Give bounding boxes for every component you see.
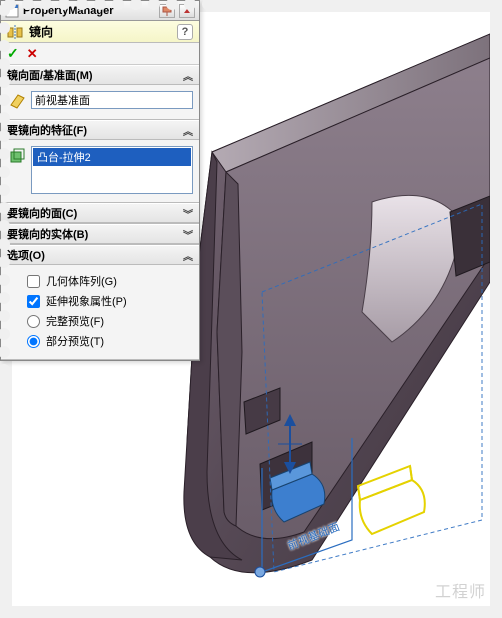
group-title: 要镜向的特征(F) xyxy=(7,122,183,138)
chevron-up-icon: ︽ xyxy=(183,68,193,83)
group-header-mirror-plane[interactable]: 镜向面/基准面(M) ︽ xyxy=(1,65,199,85)
group-header-options[interactable]: 选项(O) ︽ xyxy=(1,245,199,265)
option-label: 延伸视象属性(P) xyxy=(46,293,127,309)
group-faces: 要镜向的面(C) ︾ xyxy=(1,203,199,224)
group-header-features[interactable]: 要镜向的特征(F) ︽ xyxy=(1,120,199,140)
plane-selection-icon xyxy=(7,91,27,111)
ok-button[interactable]: ✓ xyxy=(7,45,19,62)
full-preview-radio[interactable] xyxy=(27,315,40,328)
pm-icon xyxy=(5,4,19,18)
help-button[interactable]: ? xyxy=(177,24,193,40)
option-label: 完整预览(F) xyxy=(46,313,104,329)
mirror-plane-field[interactable]: 前视基准面 xyxy=(31,91,193,109)
pm-titlebar: PropertyManager xyxy=(1,1,199,21)
pin-button[interactable] xyxy=(159,4,175,18)
option-label: 几何体阵列(G) xyxy=(46,273,117,289)
propagate-checkbox[interactable] xyxy=(27,295,40,308)
command-name: 镜向 xyxy=(29,23,171,40)
group-title: 要镜向的实体(B) xyxy=(7,226,183,242)
watermark: 工程师 xyxy=(435,578,486,602)
features-list[interactable]: 凸台-拉伸2 xyxy=(31,146,193,194)
group-options: 选项(O) ︽ 几何体阵列(G) 延伸视象属性(P) 完整预览(F) 部分预览(… xyxy=(1,245,199,360)
cancel-button[interactable]: ✕ xyxy=(27,46,38,62)
option-geom-pattern[interactable]: 几何体阵列(G) xyxy=(7,271,193,291)
geom-pattern-checkbox[interactable] xyxy=(27,275,40,288)
group-title: 选项(O) xyxy=(7,247,183,263)
group-header-faces[interactable]: 要镜向的面(C) ︾ xyxy=(1,203,199,223)
group-title: 镜向面/基准面(M) xyxy=(7,67,183,83)
chevron-down-icon: ︾ xyxy=(183,206,193,221)
chevron-down-icon: ︾ xyxy=(183,227,193,242)
arrow-button[interactable] xyxy=(179,4,195,18)
option-label: 部分预览(T) xyxy=(46,333,104,349)
chevron-up-icon: ︽ xyxy=(183,248,193,263)
group-features: 要镜向的特征(F) ︽ 凸台-拉伸2 xyxy=(1,120,199,203)
option-partial-preview[interactable]: 部分预览(T) xyxy=(7,331,193,351)
command-header: 镜向 ? xyxy=(1,21,199,43)
feature-item[interactable]: 凸台-拉伸2 xyxy=(33,148,191,166)
group-header-bodies[interactable]: 要镜向的实体(B) ︾ xyxy=(1,224,199,244)
chevron-up-icon: ︽ xyxy=(183,123,193,138)
feature-selection-icon xyxy=(7,146,27,166)
group-mirror-plane: 镜向面/基准面(M) ︽ 前视基准面 xyxy=(1,65,199,120)
option-propagate[interactable]: 延伸视象属性(P) xyxy=(7,291,193,311)
option-full-preview[interactable]: 完整预览(F) xyxy=(7,311,193,331)
group-bodies: 要镜向的实体(B) ︾ xyxy=(1,224,199,245)
partial-preview-radio[interactable] xyxy=(27,335,40,348)
mirror-icon xyxy=(7,24,23,40)
confirm-row: ✓ ✕ xyxy=(1,43,199,65)
property-manager-panel: PropertyManager 镜向 ? ✓ ✕ 镜向面/基准面(M) ︽ 前视… xyxy=(0,0,200,361)
group-title: 要镜向的面(C) xyxy=(7,205,183,221)
pm-title: PropertyManager xyxy=(23,5,155,17)
